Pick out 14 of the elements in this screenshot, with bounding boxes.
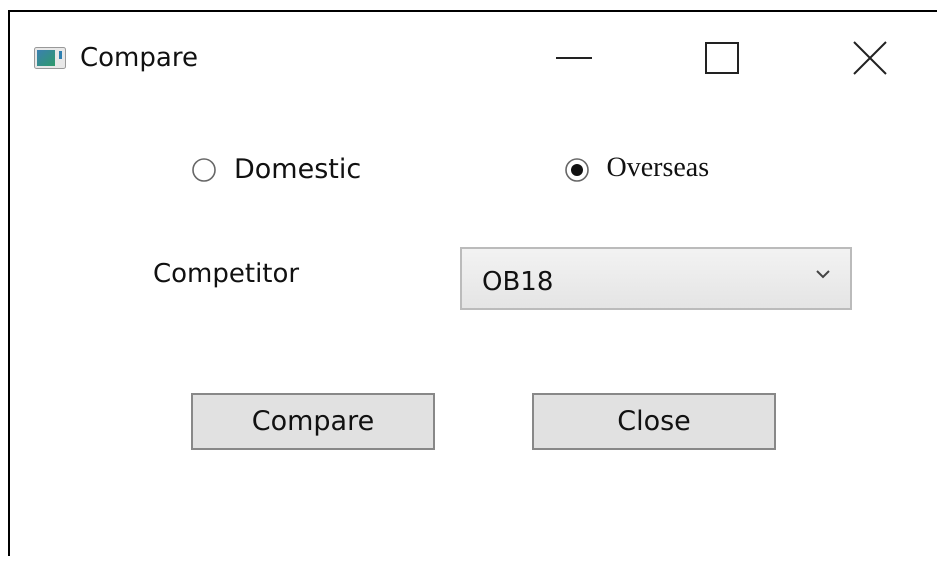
competitor-dropdown[interactable]: OB18 [460, 247, 852, 310]
chevron-icon [816, 268, 830, 278]
app-icon [34, 47, 66, 69]
dialog-button[interactable]: Close [532, 393, 776, 450]
radio-label[interactable]: Overseas [606, 152, 710, 184]
radio-button[interactable] [192, 158, 216, 182]
minimize-icon [556, 56, 592, 60]
radio-button[interactable] [564, 158, 588, 182]
window-title: Compare [80, 43, 199, 73]
close-icon [853, 41, 887, 75]
competitor-label: Competitor [153, 258, 300, 288]
maximize-icon [705, 42, 739, 74]
dialog-button[interactable]: Compare [191, 393, 435, 450]
radio-label[interactable]: Domestic [234, 154, 362, 185]
